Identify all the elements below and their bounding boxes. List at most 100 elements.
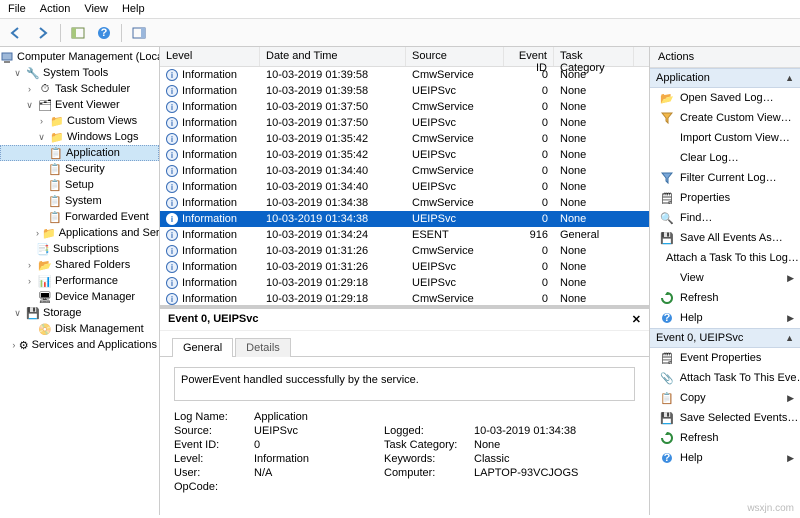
watermark: wsxjn.com <box>747 503 794 514</box>
tree-shared-folders[interactable]: ›📂Shared Folders <box>0 257 159 273</box>
action-filter-current-log[interactable]: Filter Current Log… <box>650 168 800 188</box>
expand-icon[interactable]: › <box>36 116 47 126</box>
event-row[interactable]: iInformation10-03-2019 01:29:18UEIPSvc0N… <box>160 275 649 291</box>
col-task-category[interactable]: Task Category <box>554 47 634 66</box>
event-row[interactable]: iInformation10-03-2019 01:34:38UEIPSvc0N… <box>160 211 649 227</box>
expand-icon[interactable]: › <box>12 340 16 350</box>
forward-button[interactable] <box>32 23 54 43</box>
tree-security[interactable]: 📋Security <box>0 161 159 177</box>
event-row[interactable]: iInformation10-03-2019 01:34:24ESENT916G… <box>160 227 649 243</box>
tree-forwarded-events[interactable]: 📋Forwarded Event <box>0 209 159 225</box>
cell-category: None <box>554 117 634 129</box>
action-create-custom-view[interactable]: Create Custom View… <box>650 108 800 128</box>
tab-details[interactable]: Details <box>235 338 291 357</box>
tree-performance[interactable]: ›📊Performance <box>0 273 159 289</box>
collapse-icon[interactable]: ∨ <box>12 68 23 79</box>
action-help[interactable]: ?Help▶ <box>650 308 800 328</box>
filter-icon <box>660 171 674 185</box>
action-save-all-events[interactable]: 💾Save All Events As… <box>650 228 800 248</box>
action-clear-log[interactable]: Clear Log… <box>650 148 800 168</box>
action-copy[interactable]: 📋Copy▶ <box>650 388 800 408</box>
menu-action[interactable]: Action <box>40 3 71 15</box>
action-save-selected[interactable]: 💾Save Selected Events… <box>650 408 800 428</box>
tree-storage[interactable]: ∨💾Storage <box>0 305 159 321</box>
tree-disk-management[interactable]: 📀Disk Management <box>0 321 159 337</box>
action-properties[interactable]: 🗒Properties <box>650 188 800 208</box>
action-refresh[interactable]: Refresh <box>650 288 800 308</box>
action-attach-task-event[interactable]: 📎Attach Task To This Eve… <box>650 368 800 388</box>
collapse-icon: ▲ <box>785 73 794 83</box>
tree-subscriptions[interactable]: 📑Subscriptions <box>0 241 159 257</box>
actions-header-event[interactable]: Event 0, UEIPSvc▲ <box>650 328 800 348</box>
event-row[interactable]: iInformation10-03-2019 01:39:58UEIPSvc0N… <box>160 83 649 99</box>
show-hide-tree-button[interactable] <box>67 23 89 43</box>
action-find[interactable]: 🔍Find… <box>650 208 800 228</box>
col-level[interactable]: Level <box>160 47 260 66</box>
refresh-icon <box>660 291 674 305</box>
actions-header-application[interactable]: Application▲ <box>650 68 800 88</box>
grid-body[interactable]: iInformation10-03-2019 01:39:58CmwServic… <box>160 67 649 305</box>
event-row[interactable]: iInformation10-03-2019 01:35:42UEIPSvc0N… <box>160 147 649 163</box>
expand-icon[interactable]: › <box>24 260 35 270</box>
col-source[interactable]: Source <box>406 47 504 66</box>
cell-source: CmwService <box>406 133 504 145</box>
tree-services-and-apps[interactable]: ›⚙Services and Applications <box>0 337 159 353</box>
menu-view[interactable]: View <box>84 3 108 15</box>
menu-file[interactable]: File <box>8 3 26 15</box>
menu-help[interactable]: Help <box>122 3 145 15</box>
expand-icon[interactable]: › <box>24 84 35 94</box>
action-open-saved-log[interactable]: 📂Open Saved Log… <box>650 88 800 108</box>
tree-event-viewer[interactable]: ∨🗂Event Viewer <box>0 97 159 113</box>
tree-apps-and-services[interactable]: ›📁Applications and Ser… <box>0 225 159 241</box>
event-viewer-icon: 🗂 <box>38 98 52 112</box>
cell-category: None <box>554 165 634 177</box>
event-row[interactable]: iInformation10-03-2019 01:39:58CmwServic… <box>160 67 649 83</box>
cell-date: 10-03-2019 01:31:26 <box>260 245 406 257</box>
info-icon: i <box>166 293 178 305</box>
event-row[interactable]: iInformation10-03-2019 01:31:26UEIPSvc0N… <box>160 259 649 275</box>
cell-date: 10-03-2019 01:37:50 <box>260 117 406 129</box>
col-date[interactable]: Date and Time <box>260 47 406 66</box>
tree-custom-views[interactable]: ›📁Custom Views <box>0 113 159 129</box>
col-event-id[interactable]: Event ID <box>504 47 554 66</box>
tree-setup[interactable]: 📋Setup <box>0 177 159 193</box>
cell-source: UEIPSvc <box>406 117 504 129</box>
action-refresh-event[interactable]: Refresh <box>650 428 800 448</box>
tree-system-tools[interactable]: ∨🔧System Tools <box>0 65 159 81</box>
tree-root[interactable]: Computer Management (Local) <box>0 49 159 65</box>
collapse-icon[interactable]: ∨ <box>12 308 23 319</box>
collapse-icon[interactable]: ∨ <box>24 100 35 111</box>
storage-icon: 💾 <box>26 306 40 320</box>
event-row[interactable]: iInformation10-03-2019 01:34:40CmwServic… <box>160 163 649 179</box>
tree-application[interactable]: 📋Application <box>0 145 159 161</box>
event-row[interactable]: iInformation10-03-2019 01:34:40UEIPSvc0N… <box>160 179 649 195</box>
collapse-icon[interactable]: ∨ <box>36 132 47 143</box>
tree-system-log[interactable]: 📋System <box>0 193 159 209</box>
tree-windows-logs[interactable]: ∨📁Windows Logs <box>0 129 159 145</box>
event-row[interactable]: iInformation10-03-2019 01:35:42CmwServic… <box>160 131 649 147</box>
tab-general[interactable]: General <box>172 338 233 357</box>
event-row[interactable]: iInformation10-03-2019 01:34:38CmwServic… <box>160 195 649 211</box>
expand-icon[interactable]: › <box>36 228 39 238</box>
close-detail-button[interactable]: ✕ <box>632 313 641 326</box>
tree-device-manager[interactable]: 🖥Device Manager <box>0 289 159 305</box>
cell-level: Information <box>182 293 237 305</box>
action-help-event[interactable]: ?Help▶ <box>650 448 800 468</box>
detail-title: Event 0, UEIPSvc <box>168 313 259 326</box>
save-icon: 💾 <box>660 231 674 245</box>
navigation-tree[interactable]: Computer Management (Local) ∨🔧System Too… <box>0 47 160 515</box>
back-button[interactable] <box>6 23 28 43</box>
show-hide-action-pane-button[interactable] <box>128 23 150 43</box>
action-view[interactable]: View▶ <box>650 268 800 288</box>
help-button[interactable]: ? <box>93 23 115 43</box>
action-event-properties[interactable]: 🗒Event Properties <box>650 348 800 368</box>
menubar: File Action View Help <box>0 0 800 19</box>
event-row[interactable]: iInformation10-03-2019 01:37:50CmwServic… <box>160 99 649 115</box>
event-row[interactable]: iInformation10-03-2019 01:37:50UEIPSvc0N… <box>160 115 649 131</box>
action-import-custom-view[interactable]: Import Custom View… <box>650 128 800 148</box>
expand-icon[interactable]: › <box>24 276 35 286</box>
tree-task-scheduler[interactable]: ›⏱Task Scheduler <box>0 81 159 97</box>
event-row[interactable]: iInformation10-03-2019 01:29:18CmwServic… <box>160 291 649 305</box>
action-attach-task-log[interactable]: Attach a Task To this Log… <box>650 248 800 268</box>
event-row[interactable]: iInformation10-03-2019 01:31:26CmwServic… <box>160 243 649 259</box>
